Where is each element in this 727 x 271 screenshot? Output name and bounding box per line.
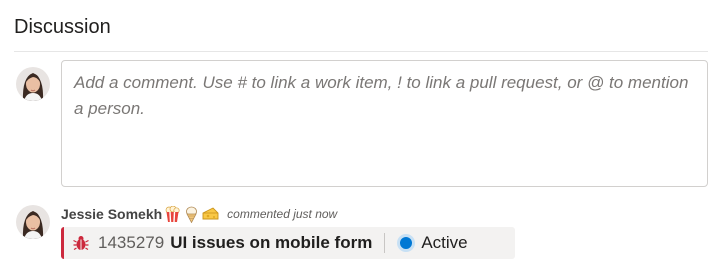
bug-icon <box>72 234 90 252</box>
work-item-separator <box>384 233 386 253</box>
work-item-id: 1435279 <box>98 233 165 252</box>
state-indicator-icon <box>397 234 416 252</box>
comment-timestamp: commented just now <box>227 207 338 221</box>
comment-author-avatar[interactable] <box>16 205 50 239</box>
comment-input-box[interactable] <box>61 60 708 187</box>
work-item-mention[interactable]: 1435279 UI issues on mobile form Active <box>61 227 515 259</box>
comment-author-name[interactable]: Jessie Somekh <box>61 206 162 222</box>
section-title: Discussion <box>14 16 111 38</box>
current-user-avatar <box>16 67 50 101</box>
ice-cream-icon <box>183 206 200 223</box>
cheese-icon <box>202 206 219 223</box>
work-item-state: Active <box>421 233 468 252</box>
comment-header: Jessie Somekh commented just now <box>61 204 337 224</box>
section-divider <box>14 51 708 52</box>
work-item-title[interactable]: UI issues on mobile form <box>170 233 372 253</box>
popcorn-icon <box>164 205 181 223</box>
comment-input[interactable] <box>62 61 707 186</box>
